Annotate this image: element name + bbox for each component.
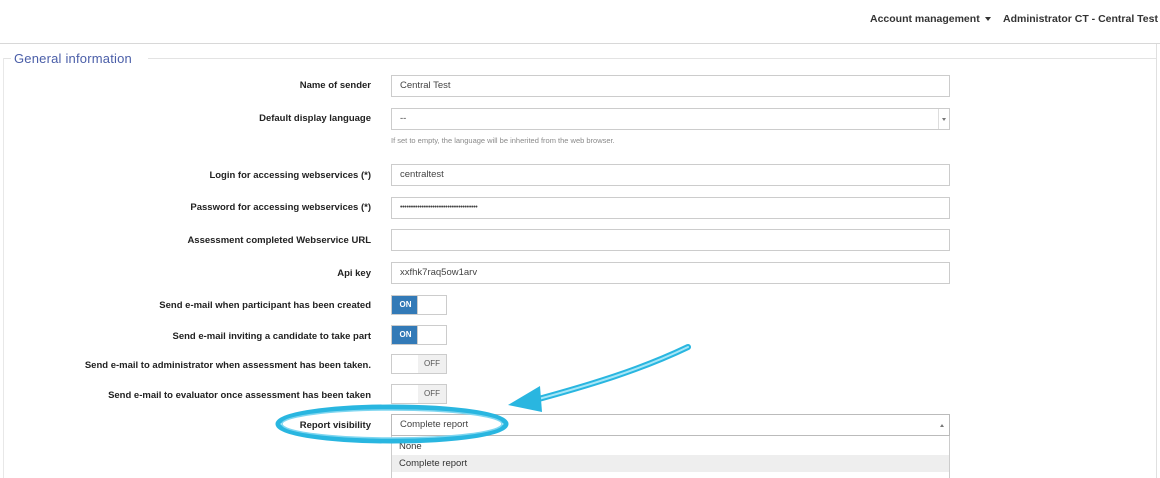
display-language-select[interactable]: -- [391, 108, 950, 130]
arrow-highlight [534, 346, 689, 401]
account-management-label: Account management [870, 13, 980, 25]
user-menu-label: Administrator CT - Central Test [1003, 13, 1158, 25]
api-key-input[interactable]: xxfhk7raq5ow1arv [391, 262, 950, 284]
mail-admin-taken-toggle[interactable]: OFF [391, 354, 447, 374]
toggle-off-state: OFF [418, 355, 446, 373]
report-visibility-option-complete[interactable]: Complete report [392, 455, 949, 472]
display-language-value: -- [400, 113, 407, 124]
ws-login-label: Login for accessing webservices (*) [209, 170, 371, 181]
toggle-on-state: ON [392, 296, 419, 314]
ws-url-label: Assessment completed Webservice URL [187, 235, 371, 246]
toggle-off-state: OFF [418, 385, 446, 403]
ws-password-input[interactable]: •••••••••••••••••••••••••••••••••••• [391, 197, 950, 219]
fieldset-border [148, 58, 1157, 59]
toggle-knob [417, 326, 446, 344]
mail-admin-taken-label: Send e-mail to administrator when assess… [84, 360, 371, 371]
mail-invite-candidate-toggle[interactable]: ON [391, 325, 447, 345]
sender-name-input[interactable]: Central Test [391, 75, 950, 97]
ws-url-input[interactable] [391, 229, 950, 251]
arrow-head-icon [508, 386, 542, 412]
toggle-knob [392, 385, 421, 403]
display-language-help: If set to empty, the language will be in… [391, 136, 615, 145]
mail-participant-created-label: Send e-mail when participant has been cr… [159, 300, 371, 311]
account-management-menu[interactable]: Account management [870, 13, 991, 25]
mail-evaluator-taken-toggle[interactable]: OFF [391, 384, 447, 404]
arrow-icon [532, 344, 691, 403]
report-visibility-label: Report visibility [299, 420, 371, 431]
section-legend: General information [14, 51, 132, 66]
report-visibility-select[interactable]: Complete report [391, 414, 950, 436]
mail-evaluator-taken-label: Send e-mail to evaluator once assessment… [108, 390, 371, 401]
fieldset-border-left [3, 58, 4, 478]
fieldset-border [3, 58, 11, 59]
toggle-knob [392, 355, 421, 373]
display-language-label: Default display language [259, 113, 371, 124]
mail-invite-candidate-label: Send e-mail inviting a candidate to take… [172, 331, 372, 342]
toggle-on-state: ON [392, 326, 419, 344]
sender-name-label: Name of sender [299, 80, 371, 91]
ws-login-input[interactable]: centraltest [391, 164, 950, 186]
top-navbar: Account management Administrator CT - Ce… [0, 0, 1160, 44]
page-right-edge [1156, 44, 1157, 478]
report-visibility-options: None Complete report [391, 436, 950, 478]
mail-participant-created-toggle[interactable]: ON [391, 295, 447, 315]
caret-down-icon [938, 109, 949, 129]
caret-down-icon [984, 17, 991, 22]
report-visibility-value: Complete report [400, 419, 469, 430]
toggle-knob [417, 296, 446, 314]
api-key-label: Api key [337, 268, 371, 279]
report-visibility-option-none[interactable]: None [392, 438, 949, 455]
ws-password-label: Password for accessing webservices (*) [190, 202, 371, 213]
user-menu[interactable]: Administrator CT - Central Test [1003, 13, 1160, 25]
